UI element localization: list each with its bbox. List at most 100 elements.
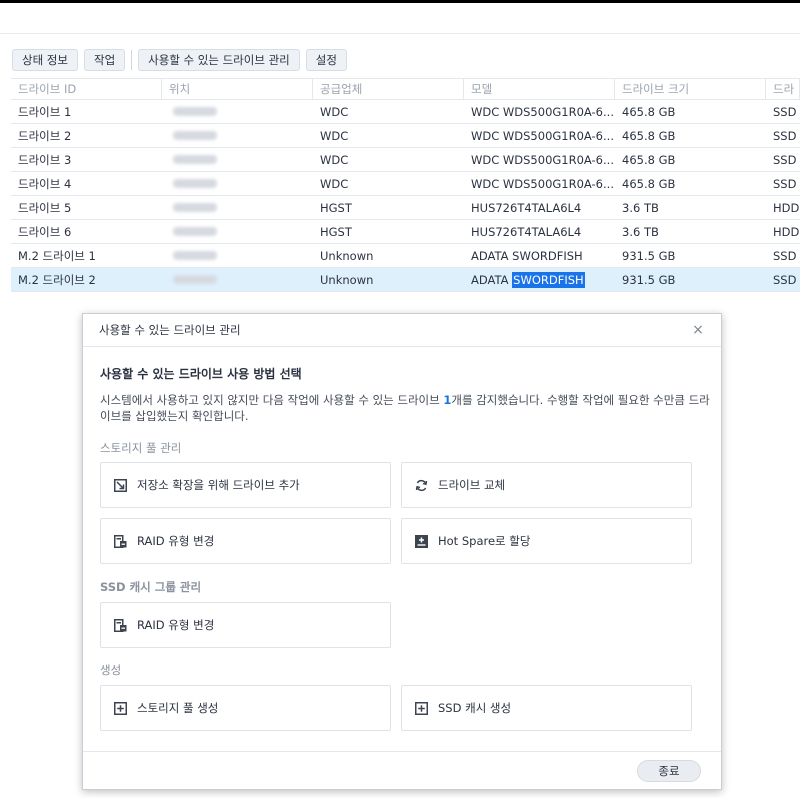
change-raid-type-ssd-label: RAID 유형 변경	[137, 618, 215, 632]
model-prefix: ADATA	[471, 272, 513, 287]
table-row[interactable]: 드라이브 6 HGST HUS726T4TALA6L4 3.6 TB HDD	[11, 220, 800, 244]
redacted-block	[173, 155, 217, 164]
change-raid-type-ssd-option[interactable]: RAID 유형 변경	[100, 602, 391, 648]
cell-vendor: HGST	[320, 224, 352, 239]
hot-spare-icon	[414, 534, 428, 548]
cell-drive-id: 드라이브 1	[18, 104, 72, 119]
toolbar-separator	[131, 50, 133, 70]
section-create: 생성	[100, 663, 122, 677]
column-header-drive-id[interactable]: 드라이브 ID	[11, 79, 162, 99]
cell-drive-id: 드라이브 3	[18, 152, 72, 167]
table-row[interactable]: 드라이브 2 WDC WDC WDS500G1R0A-6... 465.8 GB…	[11, 124, 800, 148]
cell-size: 3.6 TB	[622, 224, 659, 239]
cell-model: WDC WDS500G1R0A-6...	[471, 128, 614, 143]
cell-drive-id: 드라이브 5	[18, 200, 72, 215]
cell-drive-id: 드라이브 4	[18, 176, 72, 191]
add-drive-option[interactable]: 저장소 확장을 위해 드라이브 추가	[100, 462, 391, 508]
manage-available-drives-dialog: 사용할 수 있는 드라이브 관리 × 사용할 수 있는 드라이브 사용 방법 선…	[82, 313, 722, 790]
settings-button[interactable]: 설정	[305, 49, 347, 71]
plus-box-icon	[414, 701, 428, 715]
replace-drive-label: 드라이브 교체	[438, 478, 506, 492]
redacted-block	[173, 275, 217, 284]
cell-drive-id: M.2 드라이브 2	[18, 272, 96, 287]
cell-size: 465.8 GB	[622, 104, 676, 119]
status-info-button[interactable]: 상태 정보	[12, 49, 78, 71]
cell-model: WDC WDS500G1R0A-6...	[471, 104, 614, 119]
cell-type: SSD	[773, 176, 797, 191]
cell-vendor: WDC	[320, 104, 349, 119]
close-icon[interactable]: ×	[691, 322, 705, 338]
column-header-model[interactable]: 모델	[464, 79, 615, 99]
table-row[interactable]: 드라이브 4 WDC WDC WDS500G1R0A-6... 465.8 GB…	[11, 172, 800, 196]
dialog-description: 시스템에서 사용하고 있지 않지만 다음 작업에 사용할 수 있는 드라이브 1…	[100, 392, 710, 424]
redacted-block	[173, 227, 217, 236]
table-row[interactable]: 드라이브 5 HGST HUS726T4TALA6L4 3.6 TB HDD	[11, 196, 800, 220]
dialog-footer: 종료	[83, 751, 721, 789]
cell-drive-id: 드라이브 2	[18, 128, 72, 143]
text-selection-highlight: SWORDFISH	[512, 271, 585, 288]
column-header-type[interactable]: 드라	[766, 79, 800, 99]
top-black-bar	[0, 0, 800, 3]
cell-type: SSD	[773, 152, 797, 167]
cell-location-redacted	[162, 100, 313, 123]
cell-location-redacted	[162, 172, 313, 195]
table-row[interactable]: 드라이브 1 WDC WDC WDS500G1R0A-6... 465.8 GB…	[11, 100, 800, 124]
section-ssd-cache: SSD 캐시 그룹 관리	[100, 580, 202, 594]
column-header-vendor[interactable]: 공급업체	[313, 79, 464, 99]
cell-type: SSD	[773, 272, 797, 287]
column-header-location[interactable]: 위치	[162, 79, 313, 99]
create-ssd-cache-option[interactable]: SSD 캐시 생성	[401, 685, 692, 731]
close-button[interactable]: 종료	[637, 760, 701, 782]
cell-drive-id: M.2 드라이브 1	[18, 248, 96, 263]
cell-drive-id: 드라이브 6	[18, 224, 72, 239]
cell-model: ADATA SWORDFISH	[471, 248, 583, 263]
cell-size: 465.8 GB	[622, 152, 676, 167]
change-raid-type-option[interactable]: RAID 유형 변경	[100, 518, 391, 564]
add-drive-label: 저장소 확장을 위해 드라이브 추가	[137, 478, 300, 492]
drive-table: 드라이브 ID 위치 공급업체 모델 드라이브 크기 드라 드라이브 1 WDC…	[11, 78, 800, 292]
cell-vendor: WDC	[320, 152, 349, 167]
cell-model: HUS726T4TALA6L4	[471, 224, 582, 239]
create-storage-pool-option[interactable]: 스토리지 풀 생성	[100, 685, 391, 731]
replace-drive-option[interactable]: 드라이브 교체	[401, 462, 692, 508]
raid-icon	[113, 534, 127, 548]
cell-size: 465.8 GB	[622, 128, 676, 143]
create-ssd-cache-label: SSD 캐시 생성	[438, 701, 512, 715]
table-row-selected[interactable]: M.2 드라이브 2 Unknown ADATA SWORDFISH 931.5…	[11, 268, 800, 292]
description-part-1: 시스템에서 사용하고 있지 않지만 다음 작업에 사용할 수 있는 드라이브	[100, 393, 444, 407]
column-header-size[interactable]: 드라이브 크기	[615, 79, 766, 99]
hot-spare-option[interactable]: Hot Spare로 할당	[401, 518, 692, 564]
cell-model: ADATA SWORDFISH	[464, 268, 615, 291]
redacted-block	[173, 203, 217, 212]
table-row[interactable]: 드라이브 3 WDC WDC WDS500G1R0A-6... 465.8 GB…	[11, 148, 800, 172]
plus-box-icon	[113, 701, 127, 715]
section-storage-pool: 스토리지 풀 관리	[100, 441, 182, 455]
redacted-block	[173, 131, 217, 140]
cell-model: WDC WDS500G1R0A-6...	[471, 152, 614, 167]
cell-size: 465.8 GB	[622, 176, 676, 191]
cell-location-redacted	[162, 220, 313, 243]
expand-storage-icon	[113, 478, 127, 492]
cell-size: 931.5 GB	[622, 272, 676, 287]
action-button[interactable]: 작업	[83, 49, 126, 71]
refresh-icon	[414, 478, 428, 492]
cell-location-redacted	[162, 124, 313, 147]
dialog-heading: 사용할 수 있는 드라이브 사용 방법 선택	[100, 367, 302, 381]
cell-vendor: WDC	[320, 128, 349, 143]
cell-type: HDD	[773, 224, 800, 239]
cell-type: SSD	[773, 128, 797, 143]
redacted-block	[173, 107, 217, 116]
manage-available-drives-button[interactable]: 사용할 수 있는 드라이브 관리	[138, 49, 300, 71]
cell-vendor: WDC	[320, 176, 349, 191]
cell-model: WDC WDS500G1R0A-6...	[471, 176, 614, 191]
cell-type: SSD	[773, 104, 797, 119]
table-row[interactable]: M.2 드라이브 1 Unknown ADATA SWORDFISH 931.5…	[11, 244, 800, 268]
cell-size: 931.5 GB	[622, 248, 676, 263]
cell-location-redacted	[162, 244, 313, 267]
hot-spare-label: Hot Spare로 할당	[438, 534, 531, 548]
create-storage-pool-label: 스토리지 풀 생성	[137, 701, 219, 715]
cell-vendor: Unknown	[320, 272, 374, 287]
redacted-block	[173, 251, 217, 260]
top-divider	[0, 33, 800, 34]
cell-model: HUS726T4TALA6L4	[471, 200, 582, 215]
